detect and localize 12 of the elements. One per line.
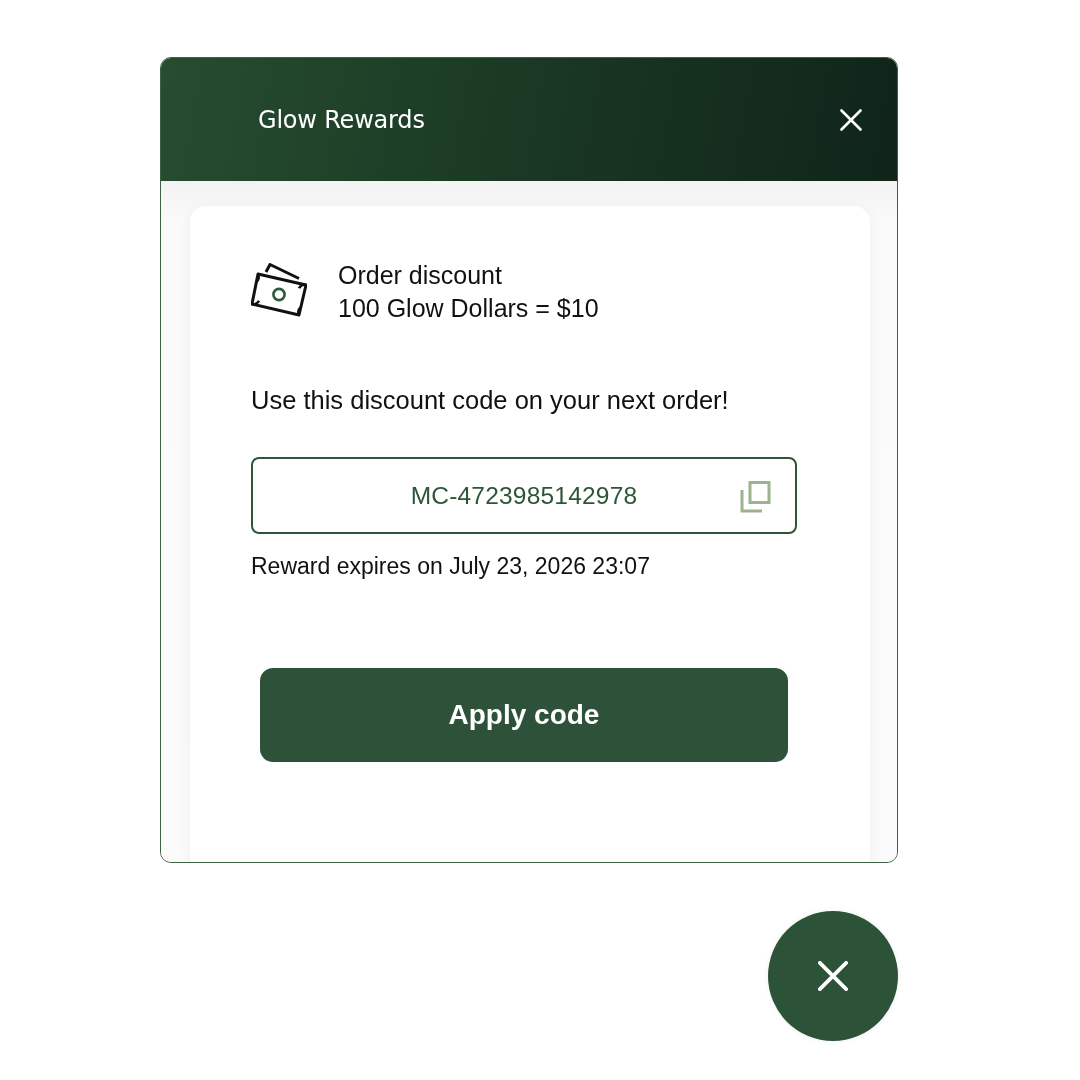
discount-code: MC-4723985142978 [410,481,638,510]
apply-code-button[interactable]: Apply code [260,668,788,762]
close-button[interactable] [840,108,862,131]
close-icon [818,961,848,991]
reward-rate: 100 Glow Dollars = $10 [338,293,599,324]
panel-title: Glow Rewards [258,105,425,134]
instruction-text: Use this discount code on your next order! [251,385,729,416]
close-icon [840,108,862,131]
banknotes-icon [251,263,307,317]
reward-name: Order discount [338,260,502,291]
expiry-text: Reward expires on July 23, 2026 23:07 [251,552,650,581]
code-field[interactable]: MC-4723985142978 [251,457,797,534]
